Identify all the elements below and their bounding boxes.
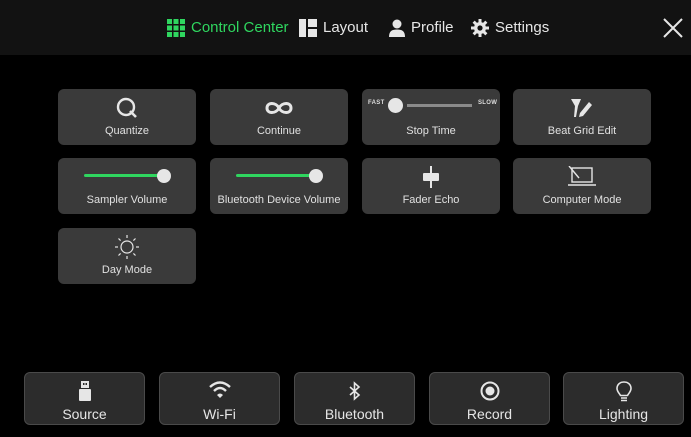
tab-profile[interactable]: Profile <box>389 0 454 55</box>
bottom-label: Source <box>62 406 107 422</box>
tab-label: Settings <box>495 19 550 36</box>
lightbulb-icon <box>615 381 632 402</box>
record-button[interactable]: Record <box>429 372 550 425</box>
tile-label: Quantize <box>104 125 150 137</box>
sun-icon <box>115 235 139 259</box>
usb-icon <box>78 381 91 401</box>
source-button[interactable]: Source <box>24 372 145 425</box>
laptop-icon <box>568 166 596 186</box>
beat-grid-edit-icon <box>571 99 592 117</box>
fast-label: FAST <box>368 100 385 106</box>
tab-control-center[interactable]: Control Center <box>167 0 289 55</box>
tab-layout[interactable]: Layout <box>299 0 368 55</box>
layout-icon <box>299 18 317 37</box>
bluetooth-icon <box>348 381 360 401</box>
bluetooth-button[interactable]: Bluetooth <box>294 372 415 425</box>
bluetooth-volume-knob[interactable] <box>309 169 323 183</box>
tile-label: Bluetooth Device Volume <box>217 194 341 206</box>
tile-label: Stop Time <box>406 125 456 137</box>
slow-label: SLOW <box>478 100 498 106</box>
gear-icon <box>471 18 489 37</box>
bluetooth-volume-track[interactable] <box>236 174 312 177</box>
fader-echo-tile[interactable]: Fader Echo <box>362 158 500 214</box>
tile-label: Continue <box>256 125 302 137</box>
stop-time-knob[interactable] <box>388 98 403 113</box>
stop-time-tile[interactable]: FAST SLOW Stop Time <box>362 89 500 145</box>
tile-label: Day Mode <box>101 264 153 276</box>
tile-label: Sampler Volume <box>86 194 168 206</box>
computer-mode-tile[interactable]: Computer Mode <box>513 158 651 214</box>
sampler-volume-knob[interactable] <box>157 169 171 183</box>
bluetooth-volume-tile[interactable]: Bluetooth Device Volume <box>210 158 348 214</box>
person-icon <box>389 19 405 37</box>
grid-icon <box>167 18 185 37</box>
sampler-volume-tile[interactable]: Sampler Volume <box>58 158 196 214</box>
tile-label: Fader Echo <box>402 194 460 206</box>
wifi-button[interactable]: Wi-Fi <box>159 372 280 425</box>
stop-time-track[interactable] <box>407 104 472 107</box>
tab-label: Control Center <box>191 19 289 36</box>
bottom-label: Bluetooth <box>324 406 385 422</box>
sampler-volume-track[interactable] <box>84 174 160 177</box>
day-mode-tile[interactable]: Day Mode <box>58 228 196 284</box>
bottom-label: Wi-Fi <box>203 406 236 422</box>
quantize-tile[interactable]: Quantize <box>58 89 196 145</box>
infinity-icon <box>265 102 293 114</box>
tile-label: Beat Grid Edit <box>547 125 617 137</box>
bottom-label: Record <box>466 406 513 422</box>
top-bar: Control Center Layout Profile Settings <box>0 0 691 55</box>
wifi-icon <box>208 381 231 398</box>
fader-icon <box>423 166 439 188</box>
bottom-label: Lighting <box>598 406 649 422</box>
record-icon <box>480 381 499 401</box>
close-icon[interactable] <box>659 14 687 42</box>
quantize-icon <box>116 97 137 118</box>
tab-settings[interactable]: Settings <box>471 0 549 55</box>
lighting-button[interactable]: Lighting <box>563 372 684 425</box>
tab-label: Profile <box>411 19 454 36</box>
beat-grid-edit-tile[interactable]: Beat Grid Edit <box>513 89 651 145</box>
continue-tile[interactable]: Continue <box>210 89 348 145</box>
tab-label: Layout <box>323 19 369 36</box>
tile-label: Computer Mode <box>542 194 622 206</box>
